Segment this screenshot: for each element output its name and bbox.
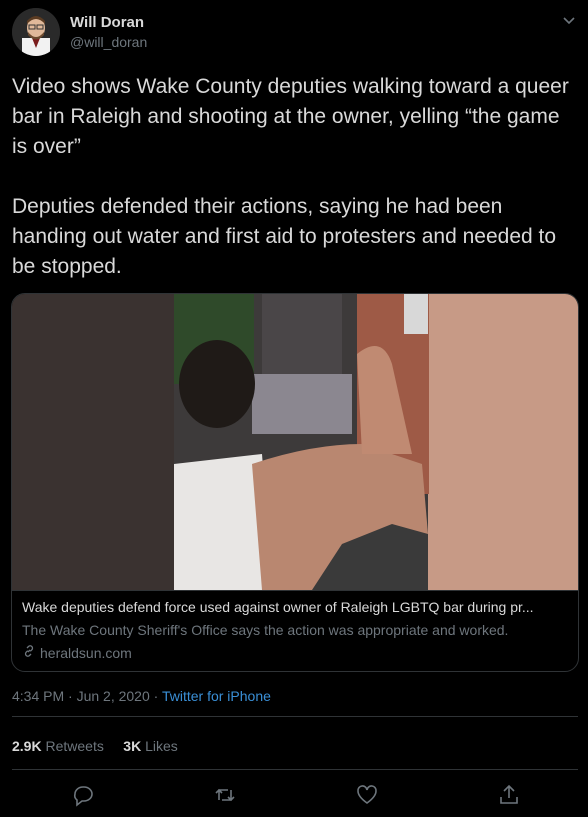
chevron-down-icon[interactable] xyxy=(560,12,578,30)
link-icon xyxy=(22,644,36,661)
tweet-text: Video shows Wake County deputies walking… xyxy=(12,75,569,278)
retweets-label: Retweets xyxy=(45,738,104,754)
like-icon[interactable] xyxy=(354,782,380,808)
avatar[interactable] xyxy=(12,8,60,56)
author-handle[interactable]: @will_doran xyxy=(70,34,147,50)
likes-stat[interactable]: 3K Likes xyxy=(123,738,177,754)
reply-icon[interactable] xyxy=(70,782,96,808)
divider xyxy=(12,769,578,770)
divider xyxy=(12,716,578,717)
tweet-stats: 2.9K Retweets 3K Likes xyxy=(12,738,178,754)
tweet-timestamp[interactable]: 4:34 PM · Jun 2, 2020 · xyxy=(12,688,162,704)
card-description: The Wake County Sheriff's Office says th… xyxy=(22,622,509,638)
likes-count: 3K xyxy=(123,738,142,754)
retweets-count: 2.9K xyxy=(12,738,42,754)
card-domain-text: heraldsun.com xyxy=(40,644,132,661)
card-domain[interactable]: heraldsun.com xyxy=(22,644,132,661)
tweet-actions xyxy=(12,780,578,814)
share-icon[interactable] xyxy=(496,782,522,808)
link-card[interactable]: Wake deputies defend force used against … xyxy=(11,293,579,672)
retweets-stat[interactable]: 2.9K Retweets xyxy=(12,738,104,754)
tweet-source[interactable]: Twitter for iPhone xyxy=(162,688,271,704)
tweet-header: Will Doran @will_doran xyxy=(12,8,578,64)
tweet-meta: 4:34 PM · Jun 2, 2020 · Twitter for iPho… xyxy=(12,688,271,704)
likes-label: Likes xyxy=(145,738,178,754)
card-image[interactable] xyxy=(12,294,578,590)
card-title[interactable]: Wake deputies defend force used against … xyxy=(22,599,570,615)
retweet-icon[interactable] xyxy=(212,782,238,808)
card-body: Wake deputies defend force used against … xyxy=(12,590,578,671)
author-name[interactable]: Will Doran xyxy=(70,14,144,31)
